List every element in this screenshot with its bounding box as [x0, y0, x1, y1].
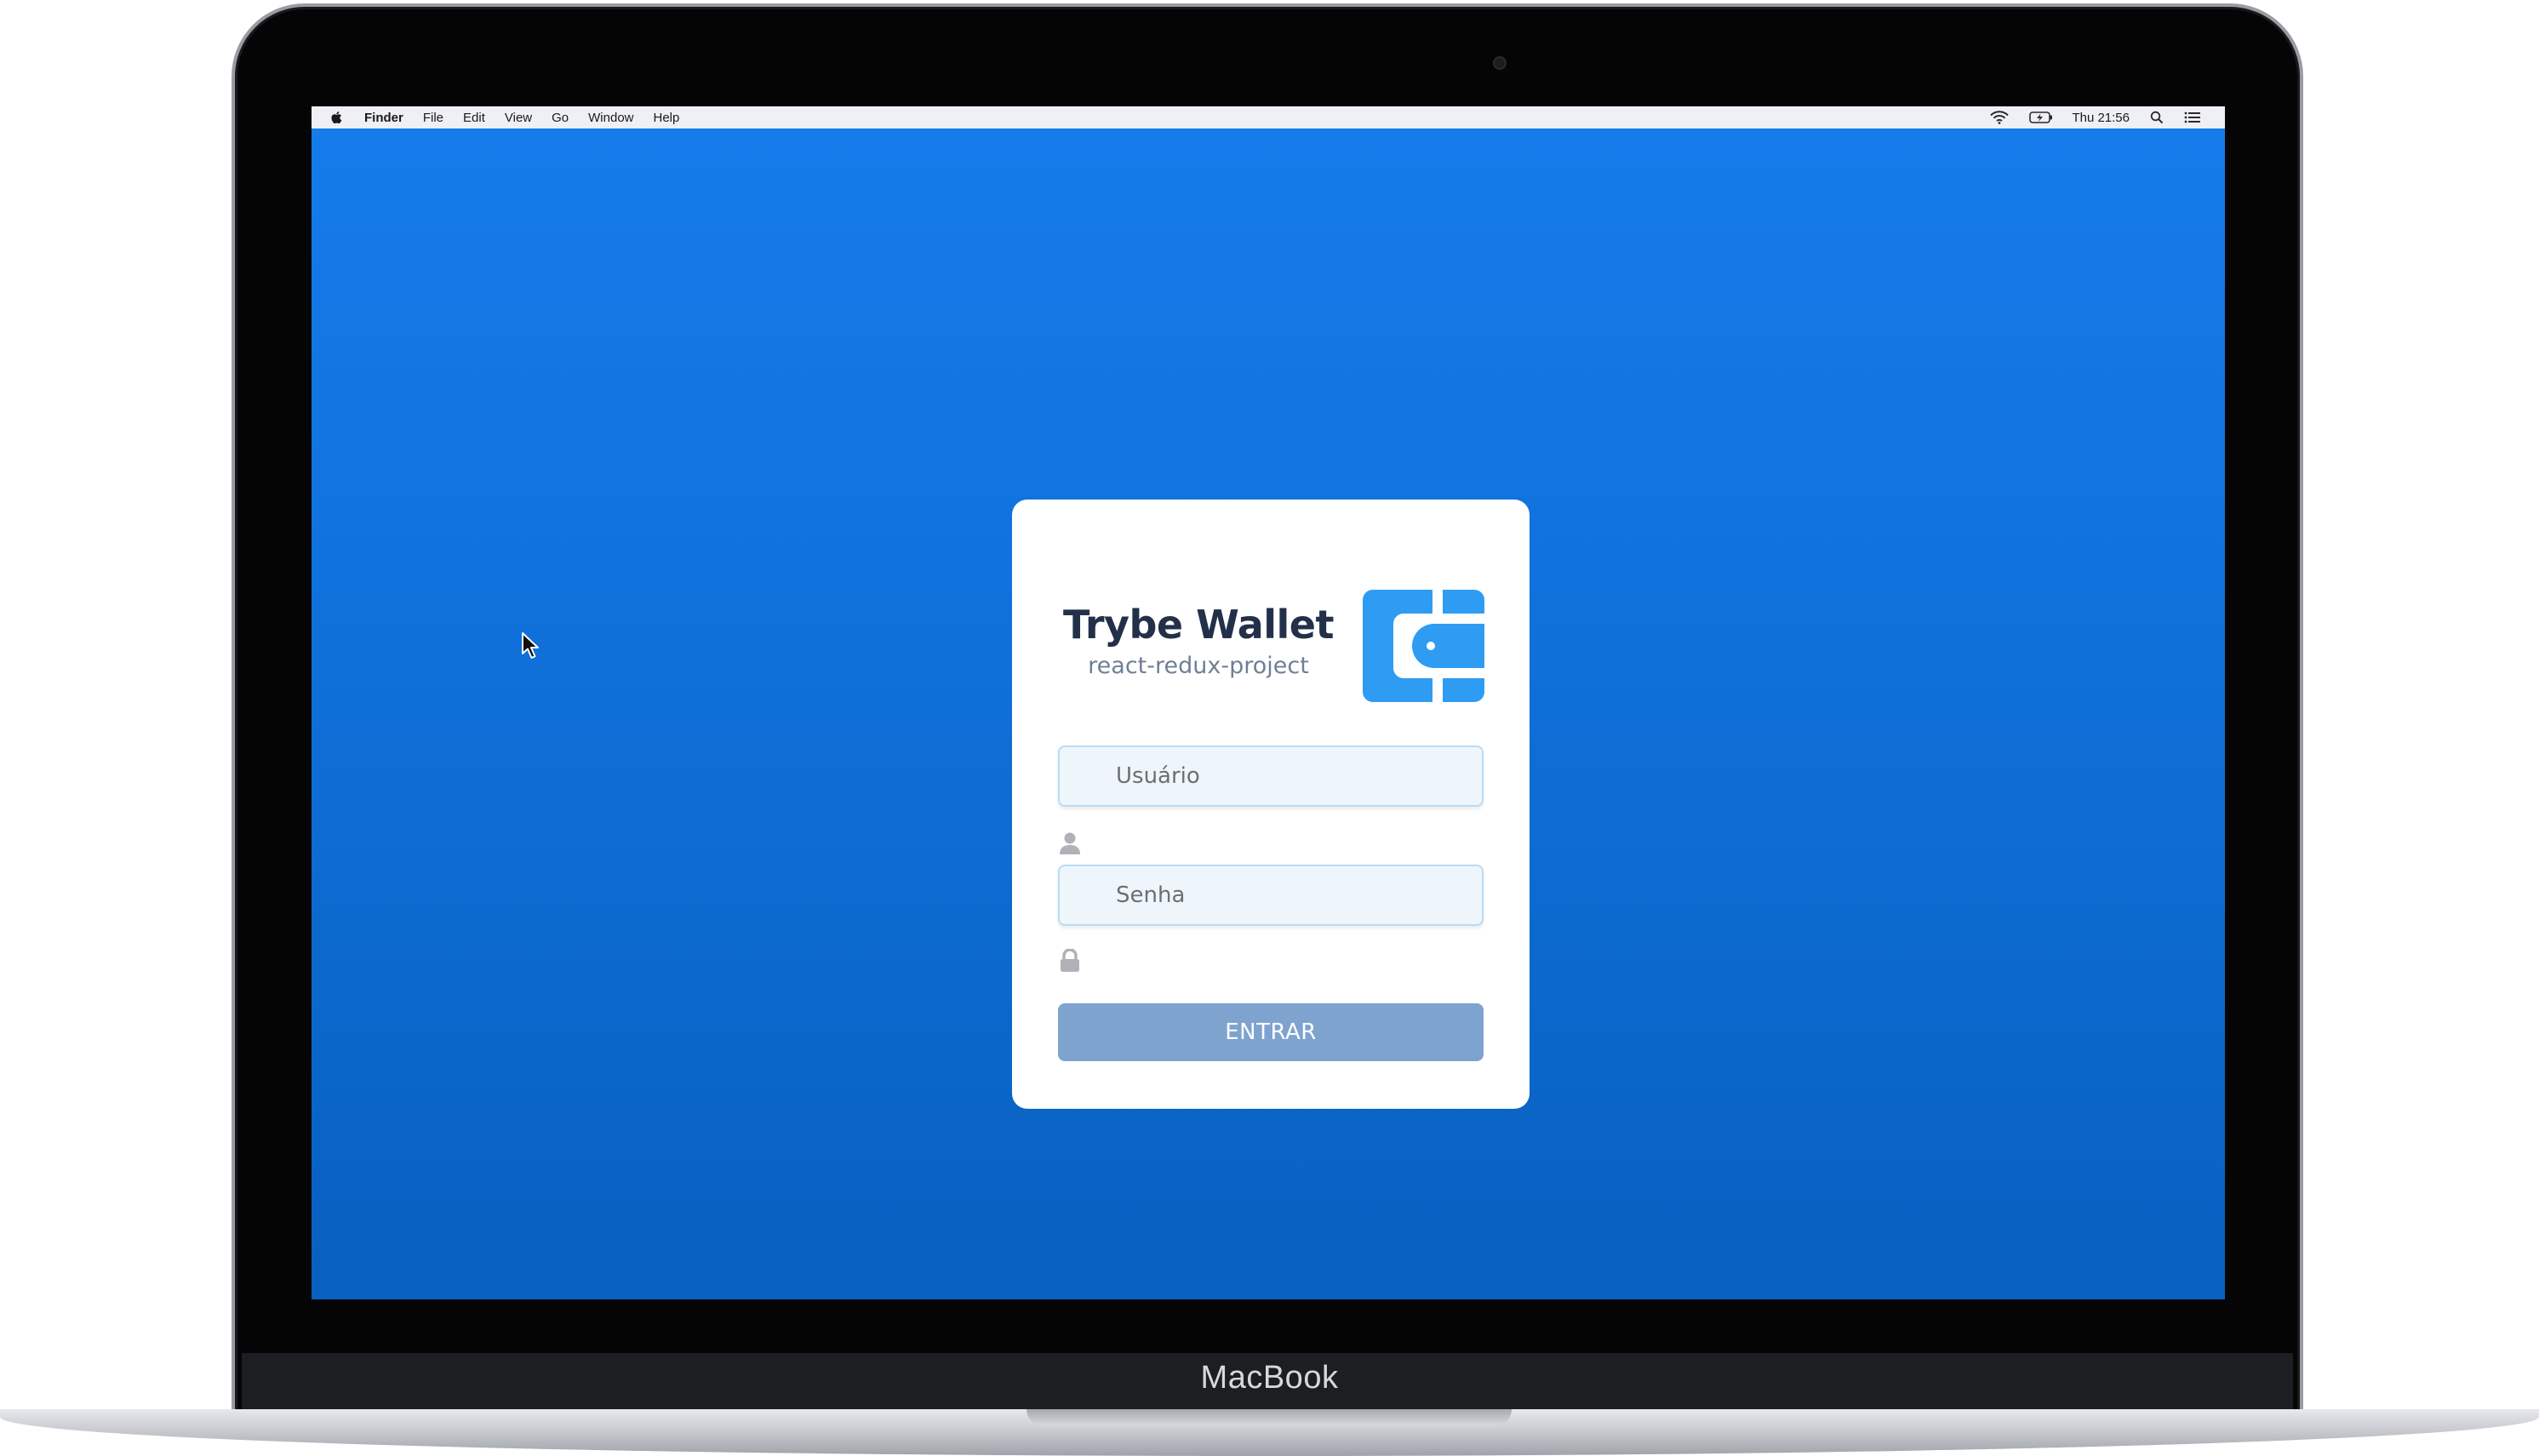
apple-logo-icon[interactable] [330, 111, 342, 124]
spotlight-search-icon[interactable] [2150, 111, 2164, 124]
menu-file[interactable]: File [423, 111, 443, 125]
device-brand-label: MacBook [1200, 1360, 1339, 1396]
desktop-screen: Finder File Edit View Go Window Help Thu… [312, 106, 2225, 1299]
brand-block: Trybe Wallet react-redux-project [1058, 602, 1339, 679]
username-input[interactable] [1058, 745, 1484, 807]
menu-app-name[interactable]: Finder [364, 111, 403, 125]
menu-edit[interactable]: Edit [463, 111, 485, 125]
menu-go[interactable]: Go [552, 111, 569, 125]
laptop-base-notch [1026, 1409, 1512, 1426]
wifi-icon[interactable] [1990, 111, 2010, 124]
menu-bar-left: Finder File Edit View Go Window Help [312, 111, 699, 125]
battery-charging-icon[interactable] [2029, 111, 2053, 123]
mouse-cursor-icon [522, 632, 539, 659]
password-input[interactable] [1058, 865, 1484, 926]
stage: Finder File Edit View Go Window Help Thu… [0, 0, 2539, 1456]
enter-button[interactable]: ENTRAR [1058, 1003, 1484, 1061]
menu-clock[interactable]: Thu 21:56 [2072, 111, 2130, 125]
camera-icon [1493, 56, 1507, 70]
menu-help[interactable]: Help [654, 111, 680, 125]
page-subtitle: react-redux-project [1088, 653, 1309, 679]
menu-window[interactable]: Window [588, 111, 633, 125]
lock-icon [1061, 949, 1079, 972]
menu-view[interactable]: View [505, 111, 532, 125]
menu-bar: Finder File Edit View Go Window Help Thu… [312, 106, 2225, 128]
login-card: Trybe Wallet react-redux-project ENT [1012, 500, 1530, 1109]
notification-center-icon[interactable] [2184, 111, 2201, 123]
user-icon [1060, 832, 1080, 854]
wallet-logo-icon [1363, 590, 1484, 702]
page-title: Trybe Wallet [1063, 602, 1335, 648]
menu-bar-right: Thu 21:56 [1970, 111, 2225, 125]
